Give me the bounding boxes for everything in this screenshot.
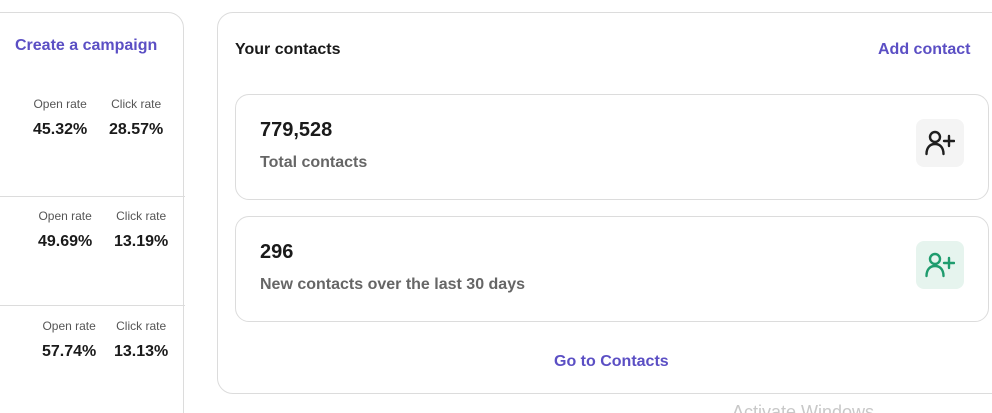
click-rate-label: Click rate xyxy=(111,97,162,111)
contacts-card: Your contacts Add contact 779,528 Total … xyxy=(217,12,992,394)
open-rate-value: 45.32% xyxy=(33,121,88,138)
click-rate-value: 28.57% xyxy=(109,121,164,138)
open-rate-value: 57.74% xyxy=(42,343,97,360)
add-user-icon xyxy=(916,119,964,167)
total-contacts-label: Total contacts xyxy=(260,154,368,171)
activate-windows-watermark: Activate Windows xyxy=(732,402,875,413)
click-rate-value: 13.13% xyxy=(114,343,169,360)
open-rate-stat: Open rate 45.32% xyxy=(33,97,87,139)
click-rate-value: 13.19% xyxy=(114,233,169,250)
dashboard: Create a campaign Open rate 45.32% Click… xyxy=(0,0,992,413)
campaign-stats-row[interactable]: Open rate 49.69% Click rate 13.19% xyxy=(0,196,185,306)
campaign-stats-row[interactable]: Open rate 57.74% Click rate 13.13% xyxy=(0,305,185,413)
click-rate-label: Click rate xyxy=(116,319,167,333)
campaign-stats-row[interactable]: Open rate 45.32% Click rate 28.57% xyxy=(0,97,185,207)
campaign-panel: Create a campaign Open rate 45.32% Click… xyxy=(0,12,185,413)
open-rate-stat: Open rate 49.69% xyxy=(38,209,92,251)
total-contacts-value: 779,528 xyxy=(260,119,333,141)
add-user-icon xyxy=(916,241,964,289)
new-contacts-box[interactable]: 296 New contacts over the last 30 days xyxy=(235,216,989,322)
total-contacts-box[interactable]: 779,528 Total contacts xyxy=(235,94,989,200)
click-rate-label: Click rate xyxy=(116,209,167,223)
click-rate-stat: Click rate 13.19% xyxy=(114,209,168,251)
open-rate-label: Open rate xyxy=(38,209,92,223)
click-rate-stat: Click rate 28.57% xyxy=(109,97,163,139)
add-contact-link[interactable]: Add contact xyxy=(878,41,970,59)
open-rate-value: 49.69% xyxy=(38,233,93,250)
new-contacts-label: New contacts over the last 30 days xyxy=(260,276,525,293)
card-title: Your contacts xyxy=(235,41,341,58)
open-rate-label: Open rate xyxy=(42,319,96,333)
go-to-contacts-link[interactable]: Go to Contacts xyxy=(554,353,669,371)
open-rate-stat: Open rate 57.74% xyxy=(42,319,96,361)
new-contacts-value: 296 xyxy=(260,241,294,263)
create-campaign-link[interactable]: Create a campaign xyxy=(15,37,157,55)
open-rate-label: Open rate xyxy=(33,97,87,111)
click-rate-stat: Click rate 13.13% xyxy=(114,319,168,361)
